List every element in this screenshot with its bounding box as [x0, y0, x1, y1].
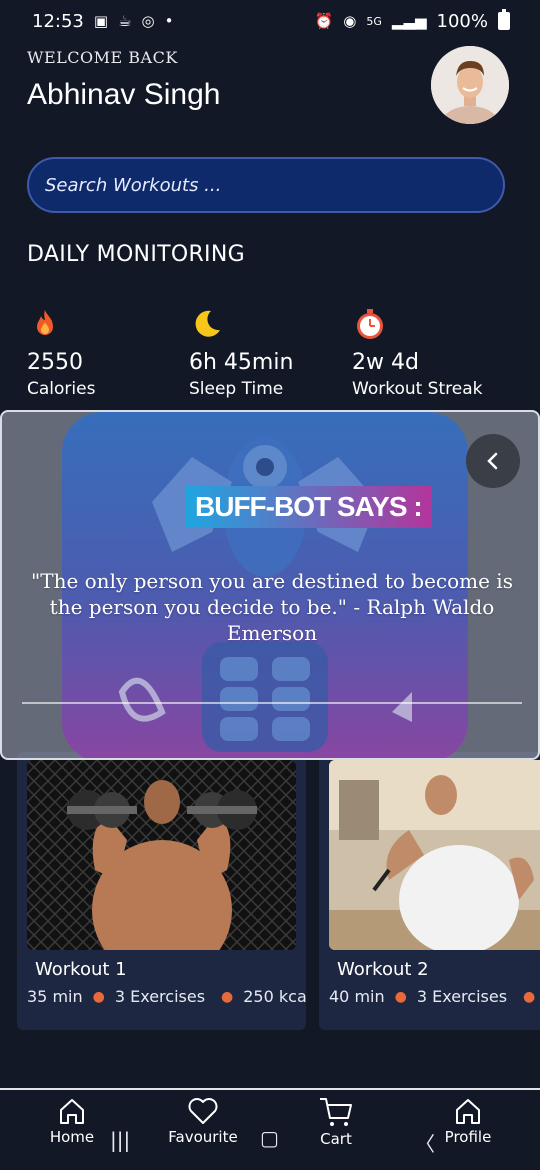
metric-calories: 2550 Calories: [27, 306, 95, 399]
workout-card[interactable]: Workout 2 40 min ● 3 Exercises ● 30: [319, 752, 540, 1030]
hotspot-icon: ◉: [343, 12, 357, 30]
clock: 12:53: [32, 10, 84, 32]
metric-label: Workout Streak: [352, 379, 483, 399]
workout-card[interactable]: Workout 1 35 min ● 3 Exercises ● 250 kca…: [17, 752, 306, 1030]
profile-home-icon: [456, 1099, 480, 1124]
home-icon: [60, 1099, 84, 1124]
separator-dot: ●: [523, 988, 536, 1005]
stopwatch-icon: [357, 309, 383, 339]
cart-icon: [320, 1098, 352, 1126]
buffbot-quote: "The only person you are destined to bec…: [31, 569, 513, 645]
workout-title: Workout 2: [337, 959, 429, 980]
overlay-divider: [22, 702, 522, 704]
signal-icon: ▂▃▅: [391, 12, 427, 30]
workout-duration: 40 min: [329, 987, 385, 1006]
workout-duration: 35 min: [27, 987, 83, 1006]
metric-value: 2w 4d: [352, 350, 419, 375]
nav-label: Cart: [320, 1130, 352, 1148]
buffbot-title: BUFF-BOT SAYS :: [185, 486, 432, 528]
alarm-icon: ⏰: [314, 12, 334, 30]
status-bar: 12:53 ▣ ☕ ◎ • ⏰ ◉ 5G ▂▃▅ 100%: [0, 0, 540, 42]
recents-system-button[interactable]: |||: [110, 1128, 130, 1152]
separator-dot: ●: [394, 988, 407, 1005]
buffbot-quote-overlay[interactable]: BUFF-BOT SAYS : "The only person you are…: [0, 410, 540, 760]
heart-icon: [188, 1098, 218, 1124]
more-dot-icon: •: [164, 12, 174, 30]
workout-meta: 35 min ● 3 Exercises ● 250 kcal: [27, 987, 306, 1006]
workout-title: Workout 1: [35, 959, 127, 980]
workout-image: [329, 760, 540, 950]
back-system-button[interactable]: 〈: [415, 1128, 435, 1157]
network-label: 5G: [366, 14, 382, 28]
metric-workout-streak: 2w 4d Workout Streak: [352, 306, 482, 399]
search-bar[interactable]: [27, 157, 505, 213]
nav-label: Favourite: [168, 1128, 238, 1146]
workout-exercises: 3 Exercises: [114, 987, 206, 1006]
workout-exercises: 3 Exercises: [416, 987, 508, 1006]
target-icon: ◎: [141, 12, 155, 30]
moon-icon: [195, 310, 220, 337]
user-name: Abhinav Singh: [27, 78, 221, 111]
nav-item-cart[interactable]: Cart: [286, 1096, 386, 1148]
collapse-button[interactable]: [466, 434, 520, 488]
search-input[interactable]: [45, 174, 503, 196]
workout-calories: 250 kcal: [243, 987, 306, 1006]
bottom-navigation: Home Favourite Cart Profile ||| ▢ 〈: [0, 1088, 540, 1170]
battery-icon: [498, 9, 510, 30]
separator-dot: ●: [92, 988, 105, 1005]
flame-icon: [37, 310, 53, 335]
metric-value: 6h 45min: [189, 350, 294, 375]
welcome-text: WELCOME BACK: [27, 48, 178, 67]
metric-sleep: 6h 45min Sleep Time: [189, 306, 293, 399]
nav-label: Home: [49, 1128, 95, 1146]
nav-item-home[interactable]: Home: [22, 1096, 122, 1146]
metric-value: 2550: [27, 350, 83, 375]
avatar-photo: [431, 46, 509, 124]
avatar[interactable]: [431, 46, 509, 124]
notification-icon: ☕: [118, 12, 132, 30]
nav-item-favourite[interactable]: Favourite: [153, 1096, 253, 1146]
separator-dot: ●: [221, 988, 234, 1005]
home-system-button[interactable]: ▢: [260, 1126, 279, 1150]
metric-label: Calories: [27, 379, 96, 399]
section-title-daily-monitoring: DAILY MONITORING: [27, 242, 245, 267]
workout-image: [27, 760, 296, 950]
workout-meta: 40 min ● 3 Exercises ● 30: [329, 987, 540, 1006]
gallery-icon: ▣: [93, 12, 109, 30]
chevron-left-icon: [487, 452, 498, 470]
battery-percent: 100%: [436, 10, 488, 32]
metric-label: Sleep Time: [189, 379, 284, 399]
